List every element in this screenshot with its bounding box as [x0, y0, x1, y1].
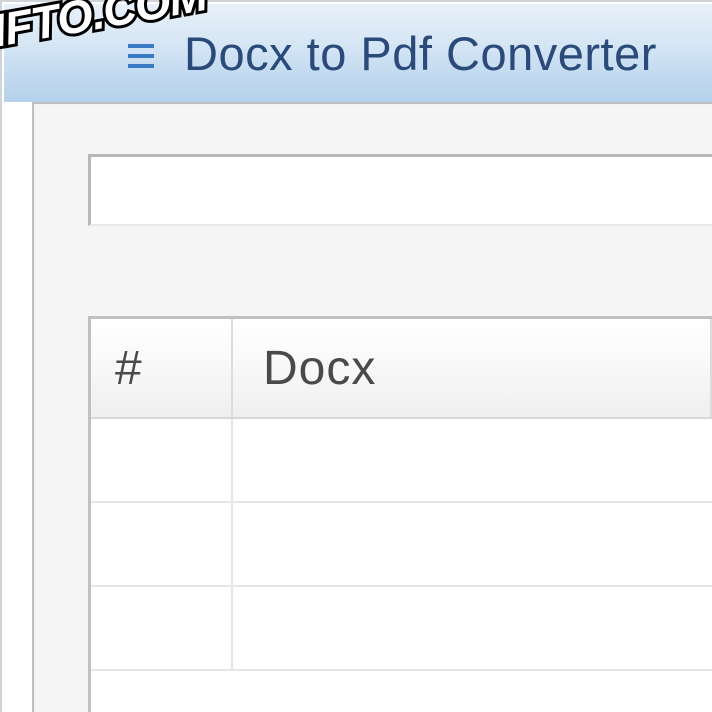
table-header: # Docx	[91, 319, 712, 419]
cell-docx	[233, 587, 712, 669]
content-inner: # Docx	[36, 106, 712, 712]
window-title: Docx to Pdf Converter	[184, 26, 657, 81]
window-frame: Docx to Pdf Converter # Docx	[0, 0, 712, 712]
table-row[interactable]	[91, 587, 712, 671]
file-path-input[interactable]	[88, 154, 712, 226]
cell-number	[91, 419, 233, 501]
cell-number	[91, 587, 233, 669]
cell-docx	[233, 419, 712, 501]
file-table: # Docx	[88, 316, 712, 712]
cell-number	[91, 503, 233, 585]
content-area: # Docx	[32, 102, 712, 712]
cell-docx	[233, 503, 712, 585]
column-header-docx[interactable]: Docx	[233, 319, 712, 417]
app-icon	[124, 38, 164, 78]
table-row[interactable]	[91, 503, 712, 587]
column-header-number[interactable]: #	[91, 319, 233, 417]
table-row[interactable]	[91, 419, 712, 503]
